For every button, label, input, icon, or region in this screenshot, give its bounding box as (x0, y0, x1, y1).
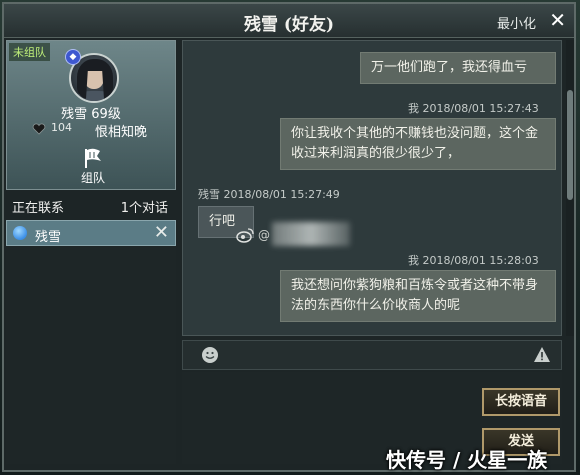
contact-item[interactable]: 残雪 ✕ (6, 220, 176, 246)
intimacy-value: 104 (51, 121, 72, 134)
emoji-icon[interactable] (201, 346, 219, 364)
scroll-thumb[interactable] (567, 90, 573, 200)
message-meta: 残雪 2018/08/01 15:27:49 (198, 188, 340, 201)
conversation-count: 1个对话 (120, 201, 168, 216)
team-button-label: 组队 (80, 171, 105, 185)
team-status-badge: 未组队 (9, 43, 50, 61)
team-flag-icon (85, 148, 101, 168)
report-warning-icon[interactable] (533, 346, 551, 364)
blurred-username (272, 222, 350, 246)
contact-name: 残雪 (35, 230, 62, 245)
source-watermark: 快传号 / 火星一族 (386, 448, 548, 472)
weibo-icon (236, 228, 254, 243)
close-icon[interactable]: ✕ (549, 8, 566, 32)
message-bubble-me: 万一他们跑了，我还得血亏 (360, 52, 556, 84)
hold-to-talk-button[interactable]: 长按语音 (482, 388, 560, 416)
close-conversation-icon[interactable]: ✕ (154, 222, 169, 243)
input-toolbar (182, 340, 562, 370)
message-bubble-me: 你让我收个其他的不赚钱也没问题，这个金收过来利润真的很少很少了， (280, 118, 556, 170)
team-invite-button[interactable]: 组队 (73, 147, 113, 189)
watermark-handle: @ (258, 228, 270, 242)
contacts-header: 正在联系 1个对话 (6, 193, 176, 217)
friend-name-level: 残雪 69级 (61, 107, 121, 122)
message-meta: 我 2018/08/01 15:27:43 (408, 102, 539, 115)
message-meta: 我 2018/08/01 15:28:03 (408, 254, 539, 267)
online-status-icon (13, 226, 27, 240)
title-bar: 残雪 (好友) 最小化 ✕ (4, 4, 574, 38)
window-title: 残雪 (好友) (243, 15, 334, 35)
chat-scrollbar[interactable] (566, 40, 574, 336)
minimize-button[interactable]: 最小化 (497, 13, 536, 32)
relation-title: 恨相知晚 (95, 125, 148, 140)
message-bubble-me: 我还想问你紫狗粮和百炼令或者这种不带身法的东西你什么价收商人的呢 (280, 270, 556, 322)
heart-icon (32, 123, 46, 135)
contacts-list-empty-area (6, 246, 176, 464)
friend-profile-panel: 未组队 ◆ 残雪 69级 104 恨相知晚 组队 (6, 40, 176, 190)
contacts-header-label: 正在联系 (12, 201, 65, 216)
school-icon: ◆ (65, 49, 81, 65)
